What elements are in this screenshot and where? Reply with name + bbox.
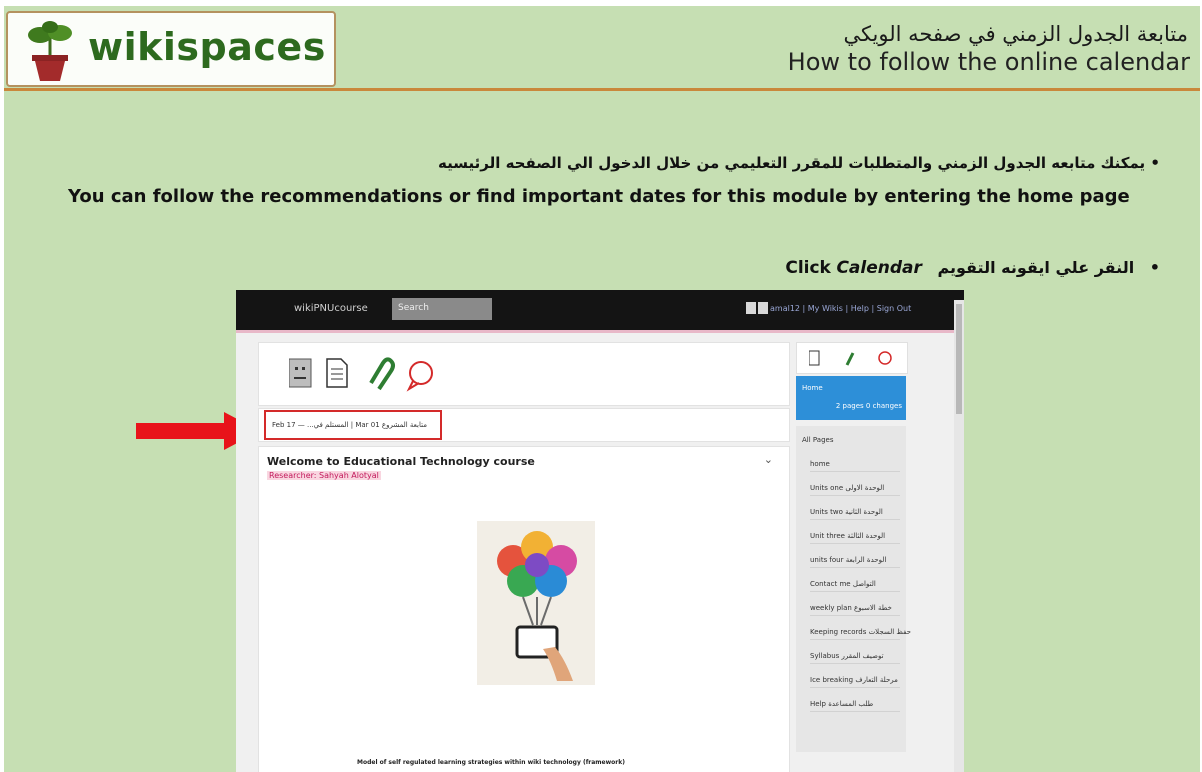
- bullet-1-arabic-text: يمكنك متابعه الجدول الزمني والمتطلبات لل…: [438, 154, 1146, 172]
- dashboard-icon[interactable]: [289, 358, 312, 388]
- wiki-search-input[interactable]: Search: [392, 298, 492, 320]
- page-action-icons: [258, 342, 790, 406]
- bullet-2-calendar: Calendar: [836, 258, 922, 278]
- bullet-2-arabic: النقر علي ايقونه التقويم: [937, 258, 1135, 277]
- scrollbar-thumb[interactable]: [956, 304, 962, 414]
- user-icon: [758, 302, 768, 314]
- sidebar-page-icon[interactable]: [809, 350, 820, 366]
- chevron-down-icon[interactable]: ⌄: [764, 453, 773, 466]
- home-stats: 2 pages 0 changes: [835, 402, 902, 410]
- scrollbar[interactable]: [954, 300, 964, 772]
- logo-text: wikispaces: [88, 25, 326, 69]
- all-pages-list: All Pages home Units one الوحدة الاولى U…: [796, 426, 911, 752]
- bullet-1-english: You can follow the recommendations or fi…: [68, 186, 1130, 207]
- attachment-icon[interactable]: [369, 357, 395, 391]
- page-icon[interactable]: [326, 358, 348, 388]
- calendar-link[interactable]: Feb 17 — ...المستلم في | Mar 01 متابعة ا…: [264, 410, 442, 440]
- wiki-content: Welcome to Educational Technology course…: [258, 446, 790, 772]
- slide: wikispaces متابعة الجدول الزمني في صفحه …: [4, 6, 1200, 772]
- researcher-label: Researcher: Sahyah Alotyal: [267, 471, 381, 480]
- page-link[interactable]: Unit three الوحدة الثالثة: [810, 526, 900, 544]
- bullet-marker: •: [1149, 258, 1160, 277]
- slide-title-english: How to follow the online calendar: [787, 48, 1190, 76]
- sidebar-action-icons: [796, 342, 908, 374]
- bullet-marker: •: [1150, 154, 1160, 172]
- home-label: Home: [802, 384, 823, 392]
- page-link[interactable]: home: [810, 454, 900, 472]
- model-caption: Model of self regulated learning strateg…: [357, 759, 625, 766]
- plant-pot-icon: [28, 21, 72, 81]
- page-link[interactable]: Keeping records حفظ السجلات: [810, 622, 911, 640]
- welcome-heading: Welcome to Educational Technology course: [267, 455, 535, 468]
- page-link[interactable]: Contact me التواصل: [810, 574, 900, 592]
- bullet-2: Click Calendar النقر علي ايقونه التقويم …: [785, 258, 1160, 278]
- page-link[interactable]: Syllabus توصيف المقرر: [810, 646, 900, 664]
- all-pages-header[interactable]: All Pages: [802, 436, 834, 444]
- wiki-sidebar: Home 2 pages 0 changes All Pages home Un…: [796, 342, 911, 752]
- page-link[interactable]: units four الوحدة الرابعة: [810, 550, 900, 568]
- sidebar-home-card[interactable]: Home 2 pages 0 changes: [796, 376, 906, 420]
- page-link[interactable]: Help طلب المساعدة: [810, 694, 900, 712]
- page-link[interactable]: Ice breaking مرحلة التعارف: [810, 670, 900, 688]
- menu-icon: [746, 302, 756, 314]
- sidebar-attachment-icon[interactable]: [845, 352, 855, 366]
- wiki-top-bar: wikiPNUcourse Search amal12 | My Wikis |…: [236, 290, 964, 333]
- title-divider: [4, 88, 1200, 91]
- wiki-brand: wikiPNUcourse: [294, 303, 368, 314]
- slide-title-arabic: متابعة الجدول الزمني في صفحه الويكي: [843, 22, 1188, 46]
- embedded-wiki-screenshot: wikiPNUcourse Search amal12 | My Wikis |…: [236, 290, 964, 772]
- wikispaces-logo: wikispaces: [6, 11, 336, 87]
- bullet-2-click: Click: [785, 258, 831, 278]
- tablet-tree-illustration: [477, 521, 595, 685]
- page-link[interactable]: Units two الوحدة الثانية: [810, 502, 900, 520]
- wiki-top-links[interactable]: amal12 | My Wikis | Help | Sign Out: [770, 304, 911, 313]
- comment-icon[interactable]: [406, 361, 433, 392]
- page-link[interactable]: Units one الوحدة الاولى: [810, 478, 900, 496]
- bullet-1-arabic: • يمكنك متابعه الجدول الزمني والمتطلبات …: [438, 154, 1160, 172]
- sidebar-comment-icon[interactable]: [878, 351, 892, 365]
- page-link[interactable]: weekly plan خطة الاسبوع: [810, 598, 900, 616]
